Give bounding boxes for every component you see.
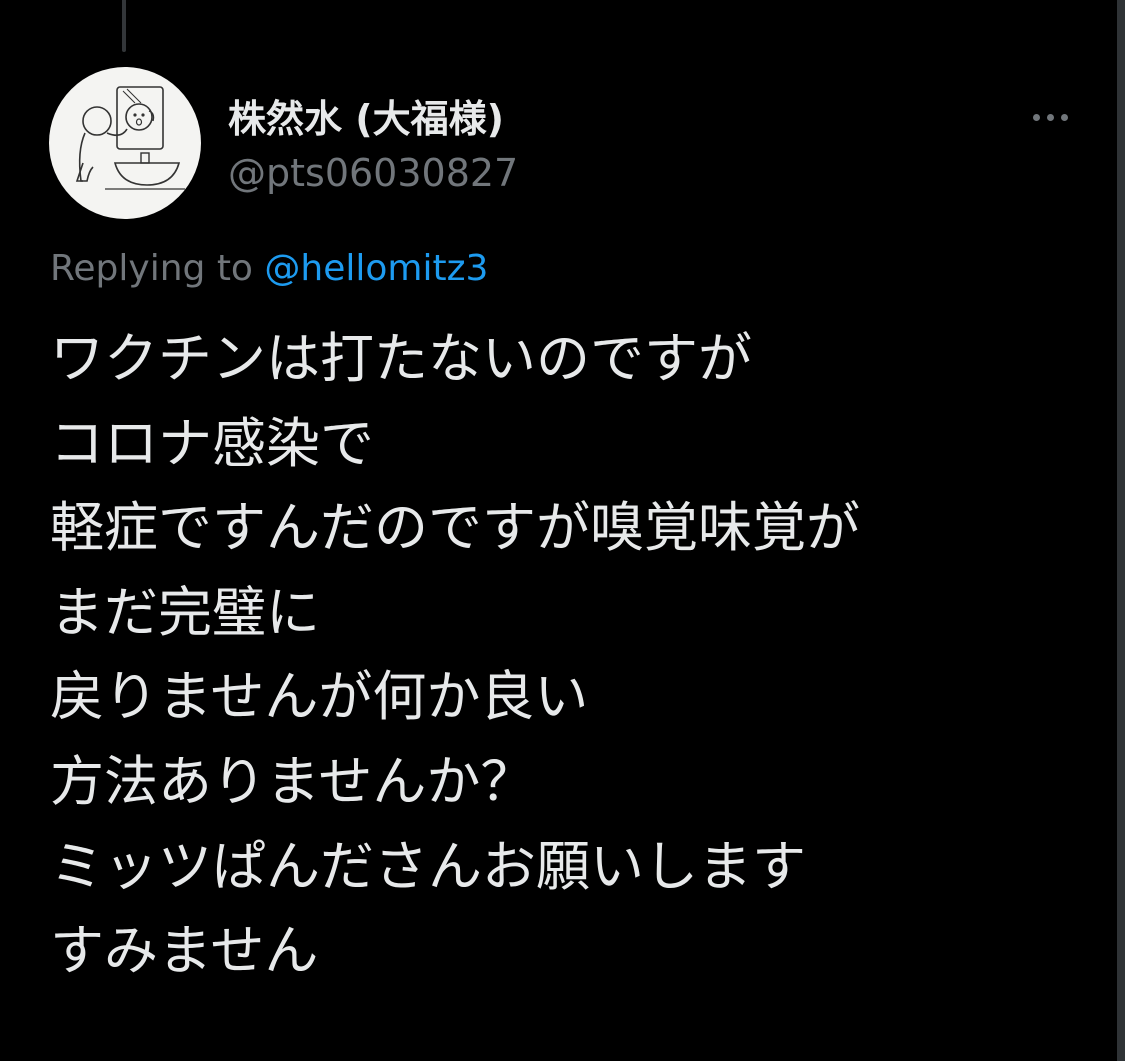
tweet-text-line: ミッツぱんださんお願いします [50,834,806,898]
dot [1032,113,1040,121]
tweet-text-line: 戻りませんが何か良い [50,665,589,729]
author-avatar[interactable] [49,67,201,219]
tweet-text-line: ワクチンは打たないのですが [50,327,752,390]
tweet-text-line: 方法ありませんか？ [50,749,535,813]
author-display-name[interactable]: 株然水 (大福様) [228,96,504,142]
dot [1046,113,1054,121]
dot [1060,113,1068,121]
thread-connector-line [122,0,126,52]
right-edge-border [1117,0,1125,1061]
replying-to-label: Replying to [50,248,265,289]
tweet-text-line: コロナ感染で [50,411,374,475]
tweet-text: ワクチンは打たないのですが コロナ感染で 軽症ですんだのですが嗅覚味覚が まだ完… [50,317,1090,994]
author-handle[interactable]: @pts06030827 [228,150,518,196]
tweet-text-line: 軽症ですんだのですが嗅覚味覚が [50,496,860,560]
more-options-button[interactable] [1022,94,1078,140]
tweet-text-line: まだ完璧に [50,580,320,644]
reply-mention-link[interactable]: @hellomitz3 [264,248,488,289]
more-horizontal-icon [1032,113,1068,121]
avatar-icon [75,86,185,190]
replying-to-line: Replying to @hellomitz3 [50,246,488,292]
tweet-text-line: すみません [50,919,319,983]
